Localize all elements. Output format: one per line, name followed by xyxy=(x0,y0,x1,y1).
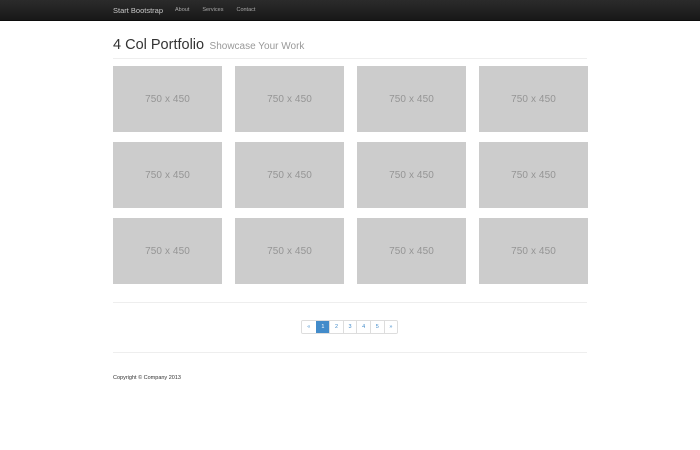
portfolio-item[interactable]: 750 x 450 xyxy=(235,66,344,132)
nav-links: About Services Contact xyxy=(175,0,268,21)
placeholder-label: 750 x 450 xyxy=(145,245,190,257)
placeholder-label: 750 x 450 xyxy=(267,93,312,105)
portfolio-item[interactable]: 750 x 450 xyxy=(113,142,222,208)
pagination: « 1 2 3 4 5 » xyxy=(301,320,399,334)
placeholder-label: 750 x 450 xyxy=(267,169,312,181)
portfolio-item[interactable]: 750 x 450 xyxy=(113,66,222,132)
placeholder-label: 750 x 450 xyxy=(389,169,434,181)
portfolio-item[interactable]: 750 x 450 xyxy=(479,66,588,132)
portfolio-item[interactable]: 750 x 450 xyxy=(479,142,588,208)
top-navbar: Start Bootstrap About Services Contact xyxy=(0,0,700,21)
portfolio-item[interactable]: 750 x 450 xyxy=(235,142,344,208)
portfolio-item[interactable]: 750 x 450 xyxy=(357,142,466,208)
pagination-page[interactable]: 2 xyxy=(329,321,343,333)
placeholder-label: 750 x 450 xyxy=(389,93,434,105)
pagination-page[interactable]: 1 xyxy=(315,321,330,333)
placeholder-label: 750 x 450 xyxy=(389,245,434,257)
pagination-prev[interactable]: « xyxy=(302,321,316,333)
portfolio-item[interactable]: 750 x 450 xyxy=(357,66,466,132)
divider xyxy=(113,352,587,353)
page-header: 4 Col Portfolio Showcase Your Work xyxy=(113,36,587,59)
placeholder-label: 750 x 450 xyxy=(511,245,556,257)
divider xyxy=(113,302,587,303)
placeholder-label: 750 x 450 xyxy=(267,245,312,257)
footer-copyright: Copyright © Company 2013 xyxy=(113,375,181,381)
portfolio-item[interactable]: 750 x 450 xyxy=(479,218,588,284)
navbar-brand[interactable]: Start Bootstrap xyxy=(113,0,163,21)
placeholder-label: 750 x 450 xyxy=(145,93,190,105)
page-title: 4 Col Portfolio xyxy=(113,37,205,53)
portfolio-item[interactable]: 750 x 450 xyxy=(113,218,222,284)
placeholder-label: 750 x 450 xyxy=(145,169,190,181)
nav-link-services[interactable]: Services xyxy=(202,0,223,21)
portfolio-item[interactable]: 750 x 450 xyxy=(235,218,344,284)
placeholder-label: 750 x 450 xyxy=(511,93,556,105)
placeholder-label: 750 x 450 xyxy=(511,169,556,181)
nav-link-contact[interactable]: Contact xyxy=(236,0,255,21)
pagination-page[interactable]: 3 xyxy=(342,321,357,333)
pagination-page[interactable]: 5 xyxy=(369,321,384,333)
pagination-next[interactable]: » xyxy=(383,321,398,333)
pagination-page[interactable]: 4 xyxy=(356,321,370,333)
nav-link-about[interactable]: About xyxy=(175,0,189,21)
portfolio-item[interactable]: 750 x 450 xyxy=(357,218,466,284)
page-subtitle: Showcase Your Work xyxy=(209,41,305,52)
